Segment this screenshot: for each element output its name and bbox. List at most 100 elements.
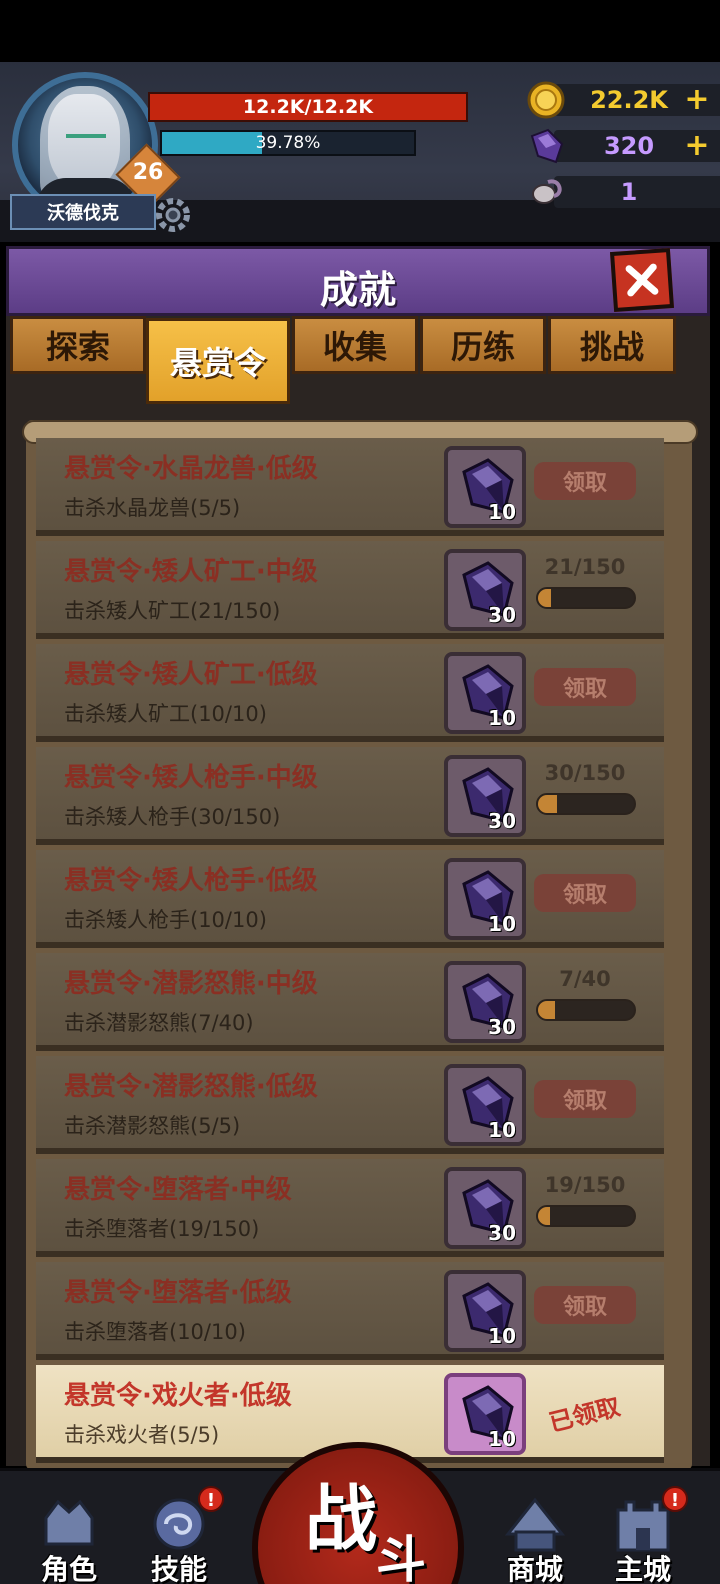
achievement-title: 悬赏令·潜影怒熊·低级 [64,1072,318,1102]
close-button[interactable] [609,247,675,313]
achievement-item: 悬赏令·矮人矿工·低级 击杀矮人矿工(10/10) 10 领取 [36,644,664,742]
achievement-desc: 击杀堕落者(10/10) [64,1320,246,1344]
crystal-resource: 320 + [526,126,720,164]
skill-alert-badge: ! [198,1486,224,1512]
progress-bar [536,793,636,815]
token-amount: 1 [620,178,638,206]
reward-crystal[interactable]: 30 [444,1167,526,1249]
reward-count: 30 [488,809,516,833]
achievement-item: 悬赏令·堕落者·中级 击杀堕落者(19/150) 30 19/150 [36,1159,664,1257]
gold-coin-icon [527,81,565,119]
reward-count: 30 [488,1015,516,1039]
progress-bar-fill [538,795,558,813]
shop-tent-icon [504,1497,566,1552]
achievement-title: 悬赏令·矮人枪手·中级 [64,763,318,793]
achievement-item: 悬赏令·水晶龙兽·低级击杀水晶龙兽(5/5) 10 领取 [36,438,664,536]
achievement-item: 悬赏令·堕落者·低级 击杀堕落者(10/10) 10 领取 [36,1262,664,1360]
reward-count: 10 [488,1427,516,1451]
reward-count: 10 [488,500,516,524]
reward-crystal[interactable]: 30 [444,755,526,837]
achievement-item: 悬赏令·潜影怒熊·低级击杀潜影怒熊(5/5) 10 领取 [36,1056,664,1154]
reward-count: 10 [488,912,516,936]
claim-button[interactable]: 领取 [534,1080,636,1118]
achievement-desc: 击杀潜影怒熊(5/5) [64,1114,241,1138]
nav-city-label: 主城 [614,1553,671,1584]
avatar-face [48,94,120,190]
claim-button[interactable]: 领取 [534,1286,636,1324]
achievement-desc: 击杀矮人矿工(10/10) [64,702,267,726]
avatar-eyes [66,134,106,140]
battle-label-2: 斗 [376,1531,426,1584]
progress-text: 7/40 [559,967,611,991]
achievement-desc: 击杀矮人枪手(10/10) [64,908,267,932]
reward-crystal[interactable]: 30 [444,549,526,631]
progress-text: 21/150 [544,555,626,579]
achievement-desc: 击杀戏火者(5/5) [64,1423,220,1447]
reward-crystal[interactable]: 10 [444,1270,526,1352]
nav-shop-label: 商城 [506,1553,563,1584]
tab-explore[interactable]: 探索 [10,316,146,374]
reward-count: 10 [488,1118,516,1142]
tab-collect[interactable]: 收集 [292,316,418,374]
reward-crystal[interactable]: 10 [444,652,526,734]
claim-button[interactable]: 领取 [534,668,636,706]
achievement-title: 悬赏令·戏火者·低级 [64,1381,292,1411]
claimed-stamp: 已领取 [546,1392,623,1438]
reward-crystal[interactable]: 10 [444,446,526,528]
gold-resource: 22.2K + [526,80,720,119]
claim-button[interactable]: 领取 [534,462,636,500]
achievement-title: 悬赏令·水晶龙兽·低级 [64,454,318,484]
exp-bar: 39.78% [160,130,416,156]
gold-amount: 22.2K [590,86,668,114]
progress-bar-fill [538,589,552,607]
purple-crystal-icon [530,128,564,164]
nav-city[interactable]: 主城 ! [600,1486,688,1584]
progress-text: 19/150 [544,1173,626,1197]
achievement-item: 悬赏令·潜影怒熊·中级击杀潜影怒熊(7/40) 30 7/40 [36,953,664,1051]
achievement-title: 悬赏令·潜影怒熊·中级 [64,969,318,999]
progress-bar-fill [538,1001,555,1019]
progress-bar [536,587,636,609]
reward-count: 30 [488,1221,516,1245]
reward-count: 30 [488,603,516,627]
nav-skill[interactable]: 技能 ! [136,1486,224,1584]
reward-count: 10 [488,1324,516,1348]
close-icon [625,263,659,297]
reward-crystal[interactable]: 10 [444,1064,526,1146]
achievement-title: 悬赏令·矮人枪手·低级 [64,866,318,896]
token-resource: 1 [526,172,720,210]
hp-bar: 12.2K/12.2K [148,92,468,122]
ram-skull-icon [532,179,562,204]
panel-title: 成就 [319,268,396,312]
tab-training[interactable]: 历练 [420,316,546,374]
reward-crystal[interactable]: 30 [444,961,526,1043]
progress-bar [536,1205,636,1227]
role-helmet-icon [44,1499,94,1546]
exp-bar-text: 39.78% [255,133,321,153]
player-name: 沃德伐克 [10,194,156,230]
tab-challenge[interactable]: 挑战 [548,316,676,374]
achievement-item: 悬赏令·矮人枪手·低级击杀矮人枪手(10/10) 10 领取 [36,850,664,948]
nav-role[interactable]: 角色 [26,1494,112,1584]
achievement-desc: 击杀潜影怒熊(7/40) [64,1011,254,1035]
nav-shop[interactable]: 商城 [492,1494,578,1584]
reward-crystal[interactable]: 10 [444,858,526,940]
tab-bounty[interactable]: 悬赏令 [146,318,290,404]
achievement-desc: 击杀水晶龙兽(5/5) [64,496,241,520]
claim-button[interactable]: 领取 [534,874,636,912]
add-crystal-button[interactable]: + [682,128,712,163]
reward-crystal[interactable]: 10 [444,1373,526,1455]
add-gold-button[interactable]: + [682,82,712,117]
reward-count: 10 [488,706,516,730]
achievement-desc: 击杀矮人矿工(21/150) [64,599,281,623]
status-bar-area [0,0,720,62]
panel-title-bar: 成就 [6,246,710,316]
nav-role-label: 角色 [40,1553,97,1584]
player-level: 26 [132,160,164,185]
achievement-desc: 击杀矮人枪手(30/150) [64,805,281,829]
achievement-item: 悬赏令·矮人枪手·中级 击杀矮人枪手(30/150) 30 30/150 [36,747,664,845]
achievement-title: 悬赏令·堕落者·中级 [64,1175,292,1205]
achievement-item: 悬赏令·矮人矿工·中级 击杀矮人矿工(21/150) 30 21/150 [36,541,664,639]
crystal-amount: 320 [603,132,655,160]
gear-icon[interactable] [150,192,196,238]
